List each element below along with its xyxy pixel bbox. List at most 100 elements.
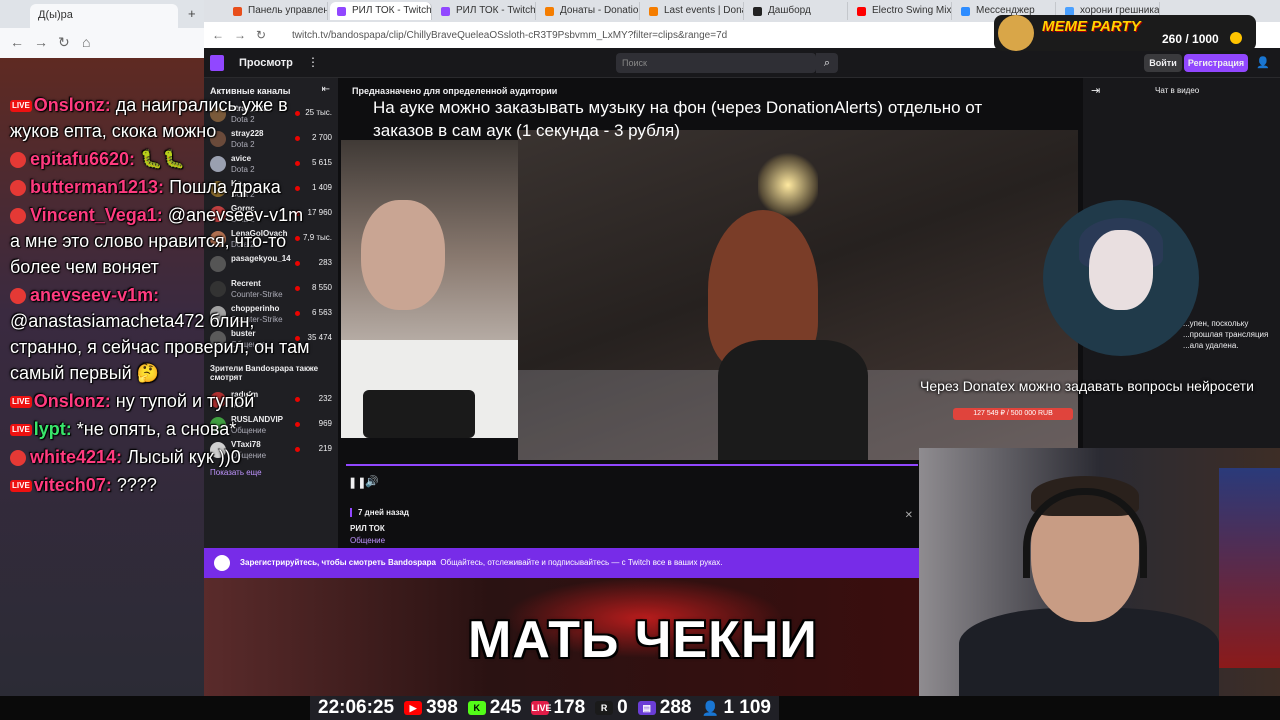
collapse-sidebar-icon[interactable]: ⇤ [322,84,330,95]
meme-party-title: MEME PARTY [1042,18,1141,35]
browser-tab[interactable]: РИЛ ТОК - Twitch [434,2,536,20]
channel-viewers: 1 409 [311,183,332,192]
tab-favicon-icon [545,7,554,16]
flag [1219,468,1280,668]
nav-icons[interactable]: ←→↻ [212,28,276,42]
vtuber-face [1089,230,1153,310]
trovo-count: 288 [659,697,692,718]
tab-label: РИЛ ТОК - Twitch [456,5,536,16]
twitch-logo-icon[interactable] [210,55,224,71]
channel-viewers: 2 700 [311,133,332,142]
meme-panel: МАТЬ ЧЕКНИ [204,578,919,696]
tab-label: Донаты - DonationAl [560,5,639,16]
clip-title: РИЛ ТОК [350,524,385,533]
vklive-count: 178 [553,697,586,718]
video-player[interactable]: Предназначено для определенной аудитории… [338,78,1083,467]
tab-label: Last events | Donati [664,5,744,16]
close-icon[interactable]: ✕ [905,510,913,521]
browser-tab[interactable]: Дашборд [746,2,848,20]
live-badge: LIVE [10,100,32,113]
chat-message: LIVE Onslonz: да наигрались уже в жуков е… [10,92,310,144]
pause-icon[interactable]: ❚❚ [348,476,366,489]
meme-party-widget: MEME PARTY 260 / 1000 [994,15,1256,51]
chat-text: Лысый кук ))0 [127,447,241,467]
donatex-message: Через Donatex можно задавать вопросы ней… [920,378,1254,394]
signup-banner-name: Зарегистрируйтесь, чтобы смотреть Bandos… [240,558,436,567]
audience-label: Предназначено для определенной аудитории [352,86,558,96]
home-icon[interactable]: ⌂ [82,34,90,50]
guest-camera [341,140,518,438]
chat-username: epitafu6620: [30,149,136,169]
signup-button[interactable]: Регистрация [1184,54,1248,72]
new-tab-button[interactable]: + [188,6,196,21]
chat-text: Пошла драка [169,177,281,197]
live-dot-icon [10,288,26,305]
viewer-stats: 22:06:25 ▶ 398 K 245 LIVE 178 R0 ▤ 288 👤 1 10… [310,696,779,720]
chat-message: butterman1213: Пошла драка [10,174,310,200]
chat-text: *не опять, а снова* [76,419,237,439]
forward-icon[interactable]: → [34,34,48,50]
coin-icon [1230,32,1242,44]
trovo-icon: ▤ [637,701,656,715]
total-count: 1 109 [723,697,771,718]
volume-icon[interactable]: 🔊 [365,475,379,488]
tab-favicon-icon [441,7,450,16]
reload-icon[interactable]: ↻ [58,34,70,51]
browser-tab[interactable]: Донаты - DonationAl [538,2,640,20]
clip-info: 7 дней назад РИЛ ТОК Общение ✕ [338,502,919,548]
chat-message: anevseev-v1m: @anastasiamacheta472 блин,… [10,282,310,386]
browser-tab[interactable]: РИЛ ТОК - Twitch [330,2,432,20]
search-icon[interactable]: ⌕ [816,53,838,73]
kick-icon: K [467,701,486,715]
search-input[interactable]: Поиск [616,53,816,73]
live-dot-icon [10,180,26,197]
chat-username: Vincent_Vega1: [30,205,163,225]
browser-tab[interactable]: Last events | Donati [642,2,744,20]
login-button[interactable]: Войти [1144,54,1182,72]
more-icon[interactable]: ⋮ [307,55,319,69]
tab-favicon-icon [753,7,762,16]
chat-text: 🐛🐛 [140,149,185,169]
tab-favicon-icon [857,7,866,16]
tab-label: Electro Swing Mix - E [872,5,952,16]
chat-username: vitech07: [33,475,112,495]
browser-tab[interactable]: Electro Swing Mix - E [850,2,952,20]
total-viewers: 👤 1 109 [701,697,771,719]
twitch-top-nav: Просмотр ⋮ Поиск ⌕ Войти Регистрация 👤 [204,48,1280,78]
signup-banner-rest: Общайтесь, отслеживайте и подписывайтесь… [440,558,723,567]
chat-text: ну тупой и тупой [115,391,255,411]
channel-viewers: 6 563 [311,308,332,317]
browser-tab[interactable]: Панель управлени [226,2,328,20]
rutube-count: 0 [617,697,628,718]
youtube-icon: ▶ [404,701,423,715]
browse-link[interactable]: Просмотр [239,57,293,69]
collapse-chat-icon[interactable]: ⇥ [1091,84,1100,97]
kick-viewers: K 245 [467,697,522,719]
live-badge: LIVE [10,480,32,493]
microphone [363,390,475,438]
channel-viewers: 283 [318,258,332,267]
channel-viewers: 219 [318,444,332,453]
left-browser-tab[interactable]: Д(ы)ра [30,4,178,28]
live-dot-icon [10,450,26,467]
stream-chat-overlay: LIVE Onslonz: да наигрались уже в жуков е… [10,92,310,500]
auction-overlay-message: На ауке можно заказывать музыку на фон (… [373,98,983,140]
kick-count: 245 [489,697,522,718]
trovo-viewers: ▤ 288 [637,697,692,719]
donation-progress-bar: 127 549 ₽ / 500 000 RUB [953,408,1073,420]
chat-message: white4214: Лысый кук ))0 [10,444,310,470]
signup-banner[interactable]: Зарегистрируйтесь, чтобы смотреть Bandos… [204,548,919,578]
channel-viewers: 17 960 [307,208,332,217]
vklive-viewers: LIVE 178 [531,697,585,719]
url-text[interactable]: twitch.tv/bandospapa/clip/ChillyBraveQue… [292,30,727,41]
meme-party-count: 260 / 1000 [1162,32,1219,46]
person-icon: 👤 [701,700,720,716]
chat-message: LIVE lypt: *не опять, а снова* [10,416,310,442]
chat-message: LIVE Onslonz: ну тупой и тупой [10,388,310,414]
chat-username: lypt: [33,419,72,439]
back-icon[interactable]: ← [10,34,24,50]
clip-category-link[interactable]: Общение [350,536,385,545]
video-controls: ❚❚ 🔊 [338,466,919,502]
tab-favicon-icon [649,7,658,16]
user-icon[interactable]: 👤 [1256,56,1270,69]
